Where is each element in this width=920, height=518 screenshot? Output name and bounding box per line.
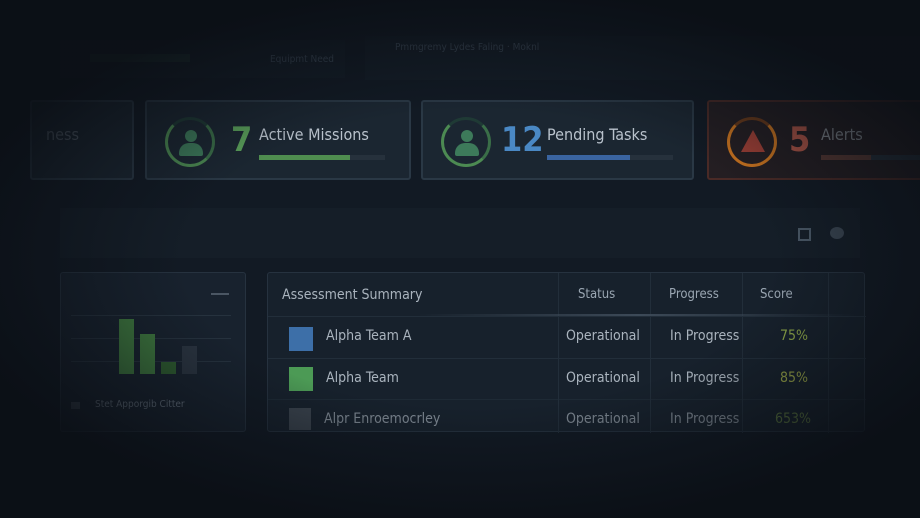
header-text: Pmmgremy Lydes Faling · Moknl bbox=[395, 42, 540, 53]
row-score: 75% bbox=[780, 328, 808, 344]
progress-bar bbox=[547, 155, 631, 160]
row-score: 653% bbox=[775, 411, 812, 427]
chart-bar bbox=[140, 334, 155, 374]
building-icon bbox=[289, 327, 313, 351]
card-label: Pending Tasks bbox=[547, 125, 648, 144]
grid-view-icon[interactable] bbox=[798, 228, 811, 241]
card-label: ness bbox=[46, 125, 79, 144]
card-number: 5 bbox=[789, 120, 811, 160]
row-score: 85% bbox=[780, 370, 808, 386]
column-progress[interactable]: Progress bbox=[669, 287, 719, 302]
table-title: Assessment Summary bbox=[282, 287, 423, 303]
toolbar bbox=[60, 208, 860, 258]
card-label: Active Missions bbox=[259, 125, 369, 144]
row-status: Operational bbox=[566, 328, 640, 344]
user-icon bbox=[441, 117, 491, 167]
row-status: Operational bbox=[566, 370, 640, 386]
column-status[interactable]: Status bbox=[578, 287, 615, 302]
table-row[interactable]: Alpr Enroemocrley Operational In Progres… bbox=[268, 399, 866, 441]
chart-bar bbox=[119, 319, 134, 374]
comment-icon[interactable] bbox=[830, 227, 844, 239]
card-number: 7 bbox=[231, 120, 253, 160]
row-progress: In Progress bbox=[670, 411, 740, 427]
row-name: Alpha Team A bbox=[326, 328, 412, 344]
chart-bar bbox=[182, 346, 197, 374]
building-icon bbox=[289, 408, 311, 430]
person-icon bbox=[289, 367, 313, 391]
card-label: Alerts bbox=[821, 125, 863, 144]
row-name: Alpr Enroemocrley bbox=[324, 411, 441, 427]
equipment-bar bbox=[90, 54, 190, 62]
card-active-missions[interactable]: 7 Active Missions bbox=[145, 100, 411, 180]
card-alerts[interactable]: 5 Alerts bbox=[707, 100, 920, 180]
progress-bar bbox=[259, 155, 350, 160]
chart-panel: Stet Apporgib Citter bbox=[60, 272, 246, 432]
card-readiness[interactable]: ness bbox=[30, 100, 134, 180]
legend-swatch bbox=[71, 402, 80, 409]
chart-legend: Stet Apporgib Citter bbox=[95, 399, 185, 410]
row-status: Operational bbox=[566, 411, 640, 427]
row-progress: In Progress bbox=[670, 328, 740, 344]
chart-bar bbox=[161, 362, 176, 374]
card-pending-tasks[interactable]: 12 Pending Tasks bbox=[421, 100, 694, 180]
column-score[interactable]: Score bbox=[760, 287, 793, 302]
card-number: 12 bbox=[501, 120, 544, 160]
user-icon bbox=[165, 117, 215, 167]
row-name: Alpha Team bbox=[326, 370, 399, 386]
top-panel-left: Equipmt Need bbox=[60, 40, 345, 78]
table-row[interactable]: Alpha Team Operational In Progress 85% bbox=[268, 358, 866, 400]
bar-chart bbox=[119, 319, 197, 374]
equipment-label: Equipmt Need bbox=[270, 54, 334, 65]
table-row[interactable]: Alpha Team A Operational In Progress 75% bbox=[268, 316, 866, 358]
warning-icon bbox=[727, 117, 777, 167]
assessment-table: Assessment Summary Status Progress Score… bbox=[267, 272, 866, 433]
progress-bar bbox=[821, 155, 872, 160]
top-panel-right: Pmmgremy Lydes Faling · Moknl bbox=[365, 36, 920, 80]
row-progress: In Progress bbox=[670, 370, 740, 386]
